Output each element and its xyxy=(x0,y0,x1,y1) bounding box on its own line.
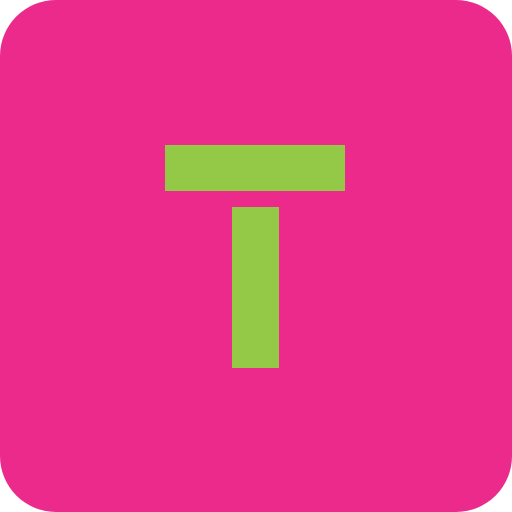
app-icon-tile xyxy=(0,0,512,512)
letter-t-icon xyxy=(165,145,345,368)
t-stem xyxy=(232,207,279,368)
t-crossbar xyxy=(165,145,345,191)
